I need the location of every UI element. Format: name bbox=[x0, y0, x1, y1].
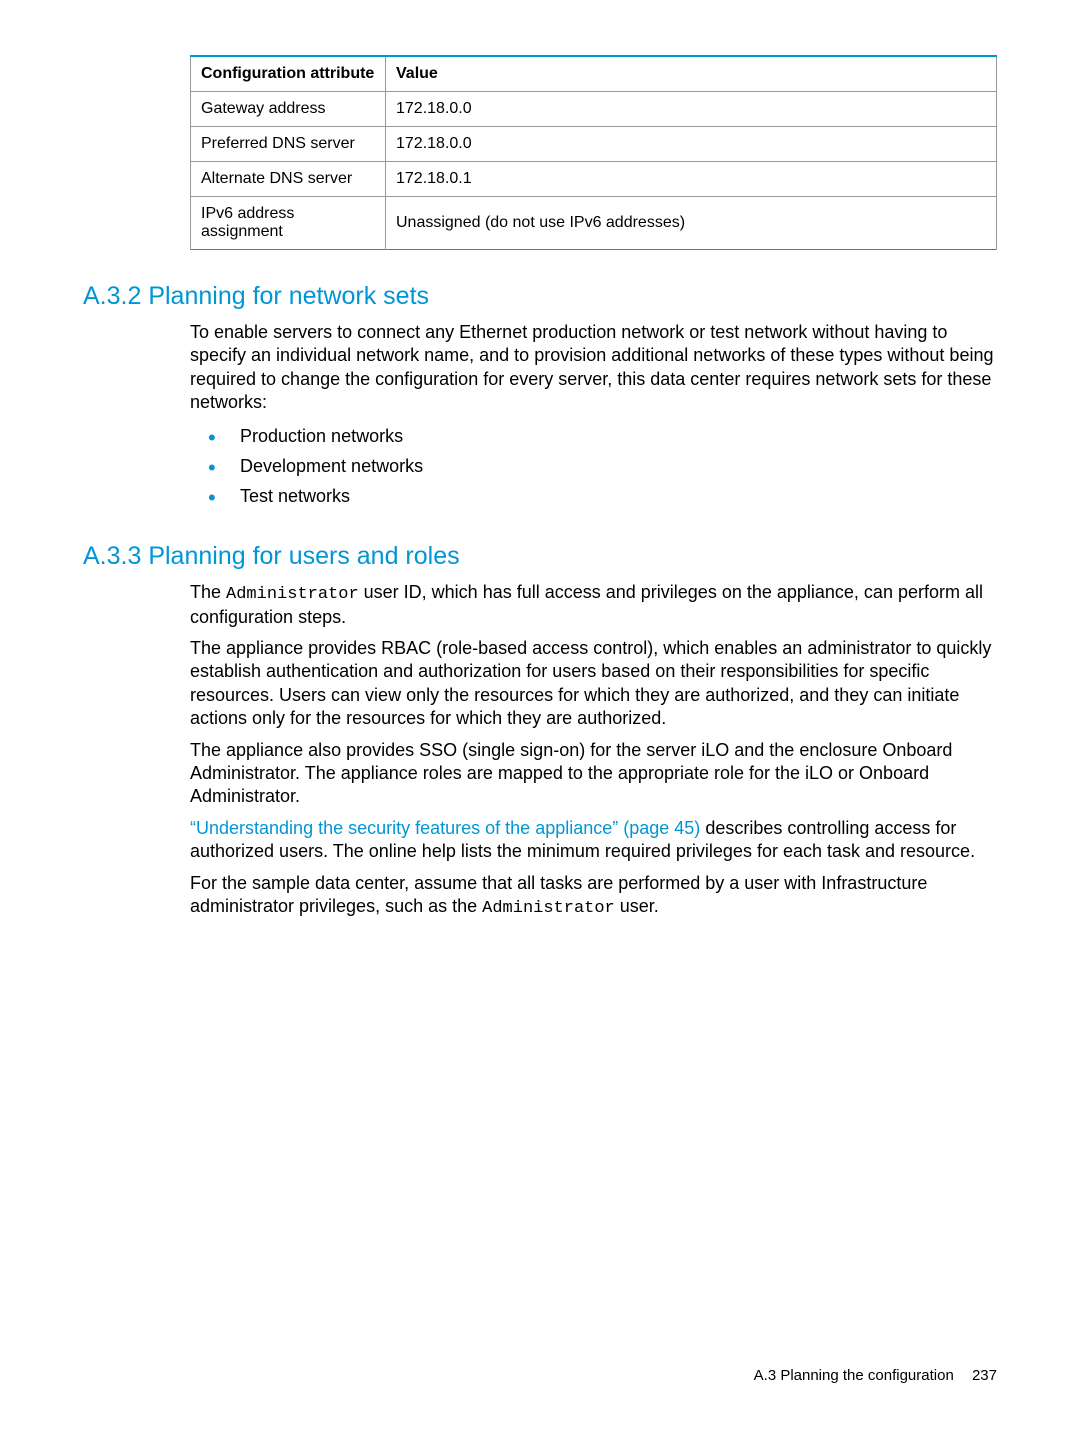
table-row: Preferred DNS server 172.18.0.0 bbox=[191, 127, 997, 162]
p2-a33: The appliance provides RBAC (role-based … bbox=[190, 637, 997, 731]
table-header-row: Configuration attribute Value bbox=[191, 56, 997, 92]
p4-a33: “Understanding the security features of … bbox=[190, 817, 997, 864]
attr-cell: IPv6 address assignment bbox=[191, 197, 386, 250]
p3-a33: The appliance also provides SSO (single … bbox=[190, 739, 997, 809]
heading-a32: A.3.2 Planning for network sets bbox=[83, 282, 997, 311]
list-item: Test networks bbox=[190, 483, 997, 510]
attr-cell: Preferred DNS server bbox=[191, 127, 386, 162]
value-cell: 172.18.0.1 bbox=[386, 162, 997, 197]
attr-cell: Alternate DNS server bbox=[191, 162, 386, 197]
page-footer: A.3 Planning the configuration 237 bbox=[754, 1367, 997, 1384]
p1-a33: The Administrator user ID, which has ful… bbox=[190, 581, 997, 629]
p1-mono-admin: Administrator bbox=[226, 585, 359, 604]
security-features-link[interactable]: “Understanding the security features of … bbox=[190, 818, 700, 838]
list-item: Production networks bbox=[190, 423, 997, 450]
table-header-attribute: Configuration attribute bbox=[191, 56, 386, 92]
table-row: Alternate DNS server 172.18.0.1 bbox=[191, 162, 997, 197]
intro-a32: To enable servers to connect any Etherne… bbox=[190, 321, 997, 415]
table-row: Gateway address 172.18.0.0 bbox=[191, 92, 997, 127]
p5-a33: For the sample data center, assume that … bbox=[190, 872, 997, 920]
value-cell: Unassigned (do not use IPv6 addresses) bbox=[386, 197, 997, 250]
p1-pre: The bbox=[190, 582, 226, 602]
config-attribute-table: Configuration attribute Value Gateway ad… bbox=[190, 55, 997, 250]
value-cell: 172.18.0.0 bbox=[386, 127, 997, 162]
value-cell: 172.18.0.0 bbox=[386, 92, 997, 127]
heading-a33: A.3.3 Planning for users and roles bbox=[83, 542, 997, 571]
footer-page-number: 237 bbox=[972, 1367, 997, 1384]
p5-mono-admin: Administrator bbox=[482, 899, 615, 918]
table-row: IPv6 address assignment Unassigned (do n… bbox=[191, 197, 997, 250]
list-item: Development networks bbox=[190, 453, 997, 480]
network-sets-list: Production networks Development networks… bbox=[190, 423, 997, 510]
p5-post: user. bbox=[615, 896, 659, 916]
attr-cell: Gateway address bbox=[191, 92, 386, 127]
footer-section-label: A.3 Planning the configuration bbox=[754, 1367, 954, 1384]
table-header-value: Value bbox=[386, 56, 997, 92]
